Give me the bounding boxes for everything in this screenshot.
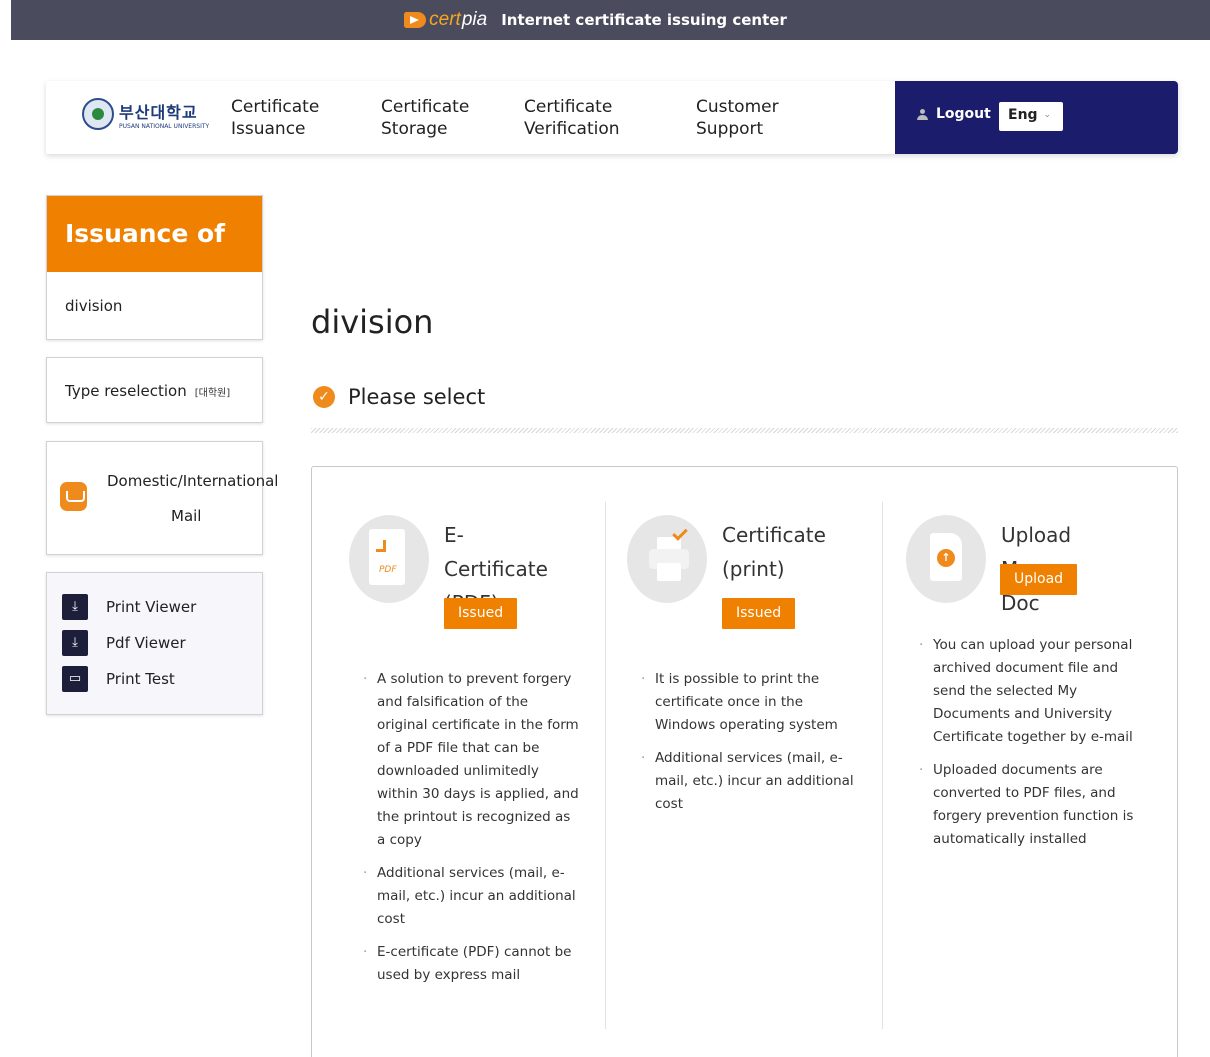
mail-icon <box>60 482 87 511</box>
print-test-link[interactable]: ▭ Print Test <box>62 666 175 692</box>
main-header: 부산대학교 PUSAN NATIONAL UNIVERSITY Certific… <box>46 81 1178 154</box>
tool-label: Pdf Viewer <box>106 634 186 652</box>
issuance-type-box: Issuance of division <box>46 195 263 340</box>
site-title: Internet certificate issuing center <box>501 11 787 29</box>
printer-icon <box>627 515 707 603</box>
logout-button[interactable]: Logout <box>917 106 991 122</box>
page-title: division <box>311 303 434 341</box>
nav-customer-support[interactable]: Customer Support <box>696 96 779 140</box>
division-label: division <box>65 297 123 315</box>
issue-print-button[interactable]: Issued <box>722 598 796 629</box>
nav-certificate-verification[interactable]: Certificate Verification <box>524 96 620 140</box>
arrow-up-icon: ↑ <box>937 549 955 567</box>
pdf-file-icon: PDF <box>349 515 429 603</box>
option-title-line1: Certificate <box>722 523 826 547</box>
bullet-item: E-certificate (PDF) cannot be used by ex… <box>363 941 581 987</box>
nav-label-line1: Certificate <box>524 97 613 117</box>
nav-label-line1: Customer <box>696 97 779 117</box>
university-name-en: PUSAN NATIONAL UNIVERSITY <box>119 122 210 130</box>
nav-label-line2: Storage <box>381 119 448 139</box>
pdf-icon-label: PDF <box>379 565 397 575</box>
logout-label: Logout <box>936 106 991 122</box>
logo-sub-text: pia <box>461 9 488 30</box>
nav-certificate-issuance[interactable]: Certificate Issuance <box>231 96 319 140</box>
column-divider <box>605 502 606 1029</box>
certpia-logo-icon <box>404 12 427 28</box>
nav-certificate-storage[interactable]: Certificate Storage <box>381 96 469 140</box>
bullet-item: Additional services (mail, e-mail, etc.)… <box>363 862 581 931</box>
bullet-item: Uploaded documents are converted to PDF … <box>919 759 1137 851</box>
pdf-viewer-link[interactable]: ⤓ Pdf Viewer <box>62 630 186 656</box>
university-name-kr: 부산대학교 <box>119 102 198 122</box>
mail-label-line1: Domestic/International <box>107 472 279 490</box>
tool-label: Print Viewer <box>106 598 197 616</box>
user-panel: Logout Eng ⌄ <box>895 81 1178 154</box>
option-title: Certificate (print) <box>722 518 826 586</box>
check-circle-icon: ✓ <box>313 386 335 408</box>
upload-doc-icon: ↑ <box>906 515 986 603</box>
issuance-heading: Issuance of <box>47 196 262 272</box>
nav-label-line2: Support <box>696 119 764 139</box>
chevron-down-icon: ⌄ <box>1043 110 1051 120</box>
select-label: Please select <box>348 385 486 409</box>
type-reselection-label: Type reselection <box>65 382 187 400</box>
logo-main-text: cert <box>429 9 461 30</box>
certpia-logo[interactable]: cert pia <box>404 9 487 31</box>
bullet-item: You can upload your personal archived do… <box>919 634 1137 749</box>
nav-label-line1: Certificate <box>231 97 320 117</box>
column-divider <box>882 502 883 1029</box>
mail-service-button[interactable]: Domestic/International Mail <box>46 441 278 555</box>
type-tag: [대학원] <box>194 387 231 399</box>
select-heading: ✓ Please select <box>313 385 485 409</box>
mail-label-line2: Mail <box>171 507 202 525</box>
printer-icon: ▭ <box>62 666 88 692</box>
nav-label-line1: Certificate <box>381 97 470 117</box>
viewer-tools-box: ⤓ Print Viewer ⤓ Pdf Viewer ▭ Print Test <box>46 572 263 715</box>
type-reselection-button[interactable]: Type reselection [대학원] <box>46 357 263 423</box>
bullet-item: It is possible to print the certificate … <box>641 668 859 737</box>
option-bullets: It is possible to print the certificate … <box>641 668 859 826</box>
top-banner: cert pia Internet certificate issuing cen… <box>11 0 1210 40</box>
nav-label-line2: Issuance <box>231 119 306 139</box>
print-viewer-link[interactable]: ⤓ Print Viewer <box>62 594 196 620</box>
issue-pdf-button[interactable]: Issued <box>444 598 518 629</box>
option-title-line2: (print) <box>722 557 785 581</box>
upload-button[interactable]: Upload <box>1000 564 1078 595</box>
download-icon: ⤓ <box>62 594 88 620</box>
issuance-options-panel: PDF E-Certificate (PDF) Issued A solutio… <box>311 466 1178 1057</box>
option-title-line1: E-Certificate <box>444 523 548 581</box>
university-seal-icon <box>82 98 114 130</box>
option-bullets: A solution to prevent forgery and falsif… <box>363 668 581 997</box>
university-logo[interactable]: 부산대학교 PUSAN NATIONAL UNIVERSITY <box>82 98 209 130</box>
download-icon: ⤓ <box>62 630 88 656</box>
hatched-divider <box>311 428 1178 433</box>
bullet-item: Additional services (mail, e-mail, etc.)… <box>641 747 859 816</box>
option-bullets: You can upload your personal archived do… <box>919 634 1137 861</box>
language-select[interactable]: Eng ⌄ <box>999 102 1063 131</box>
nav-label-line2: Verification <box>524 119 620 139</box>
bullet-item: A solution to prevent forgery and falsif… <box>363 668 581 852</box>
tool-label: Print Test <box>106 670 175 688</box>
person-icon <box>917 108 928 120</box>
language-value: Eng <box>1008 107 1038 123</box>
